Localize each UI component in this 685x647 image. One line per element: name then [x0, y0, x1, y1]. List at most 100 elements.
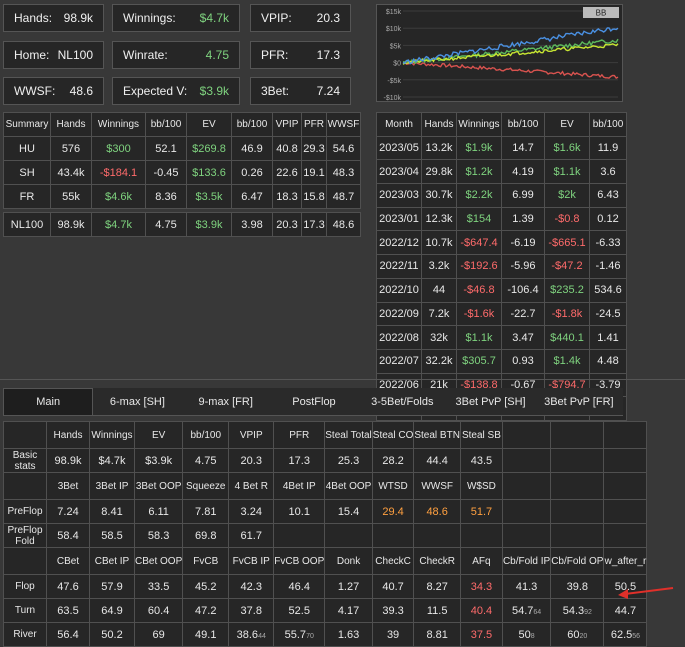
stats-cell: 1.27	[324, 574, 373, 599]
stats-cell: 8.41	[89, 499, 135, 524]
cell-sub-value: 8	[530, 632, 535, 640]
monthly-row: 2022/10 44 -$46.8 -106.4 $235.2 534.6	[376, 277, 627, 303]
tab-9-max-fr-[interactable]: 9-max [FR]	[182, 388, 270, 415]
monthly-header-row: Month Hands Winnings bb/100 EV bb/100	[376, 112, 627, 137]
monthly-row: 2022/07 32.2k $305.7 0.93 $1.4k 4.48	[376, 348, 627, 374]
cell-sub-value: 92	[584, 608, 592, 616]
monthly-table: Month Hands Winnings bb/100 EV bb/100 2023/05 1…	[376, 112, 627, 421]
monthly-cell: -$46.8	[456, 277, 502, 303]
summary-table: Summary Hands Winnings bb/100 EV bb/100 VPIP PF…	[3, 112, 361, 237]
stats-header-cell: Cb/Fold IP	[501, 547, 552, 575]
monthly-cell: $1.6k	[544, 135, 590, 161]
summary-row: SH 43.4k -$184.1 -0.45 $133.6 0.26 22.6 19.1 48.…	[3, 160, 361, 185]
tab-6-max-sh-[interactable]: 6-max [SH]	[93, 388, 181, 415]
summary-cell: 19.1	[301, 160, 327, 185]
tab-3bet-pvp-fr-[interactable]: 3Bet PvP [FR]	[535, 388, 623, 415]
stats-cell: 41.3	[501, 574, 552, 599]
monthly-cell: -6.33	[589, 230, 627, 256]
tab-postflop[interactable]: PostFlop	[270, 388, 358, 415]
stats-cell: PreFlop Fold	[3, 523, 47, 548]
summary-cell: SH	[3, 160, 51, 185]
monthly-cell: 4.19	[501, 159, 545, 185]
summary-cell: $3.9k	[186, 212, 232, 237]
summary-cell: 6.47	[231, 184, 273, 209]
stats-header-cell: 3Bet	[46, 472, 90, 500]
stats-header-row: 3Bet 3Bet IP 3Bet OOP Squeeze 4 Bet R 4Bet IP…	[3, 472, 648, 500]
stats-cell	[413, 523, 461, 548]
monthly-cell: $154	[456, 206, 502, 232]
stats-cell: 3.24	[228, 499, 275, 524]
summary-cell: 3.98	[231, 212, 273, 237]
stats-header-cell: Cb/Fold OP	[550, 547, 605, 575]
stats-row: PreFlop Fold 58.4 58.5 58.3 69.8 61.7	[3, 523, 648, 548]
monthly-cell: $440.1	[544, 325, 590, 350]
tab-main[interactable]: Main	[3, 388, 94, 415]
stats-header-cell: 4Bet IP	[273, 472, 326, 500]
stats-cell	[371, 523, 415, 548]
stats-cell: 54.764	[501, 598, 552, 623]
summary-cell: 98.9k	[50, 212, 92, 237]
monthly-cell: 14.7	[501, 135, 545, 161]
stats-header-cell: Winnings	[89, 421, 135, 449]
stats-cell: 58.4	[46, 523, 90, 548]
summary-cell: 43.4k	[50, 160, 92, 185]
stats-cell	[501, 523, 552, 548]
monthly-cell: -$1.8k	[544, 301, 590, 327]
tab-3bet-pvp-sh-[interactable]: 3Bet PvP [SH]	[446, 388, 534, 415]
stats-cell: 61.7	[228, 523, 275, 548]
graph-svg: $15k $10k $5k $0 -$5k -$10k BB	[383, 7, 619, 102]
stats-header-cell: EV	[133, 421, 184, 449]
stats-header-cell: Steal BTN	[413, 421, 461, 449]
stats-cell: $3.9k	[133, 448, 184, 473]
stats-cell: 47.2	[182, 598, 230, 623]
monthly-cell: 4.48	[589, 348, 627, 374]
cell-sub-value: 20	[579, 632, 588, 640]
stat-box-value: 7.24	[316, 84, 340, 98]
graph-y-tick: $0	[393, 61, 401, 68]
stats-cell: Flop	[3, 574, 47, 599]
tab-3-5bet-folds[interactable]: 3-5Bet/Folds	[358, 388, 446, 415]
stats-cell: 20.3	[228, 448, 275, 473]
summary-cell: 0.26	[231, 160, 273, 185]
summary-cell: NL100	[3, 212, 51, 237]
summary-cell: $269.8	[186, 136, 232, 161]
stats-row: River 56.4 50.2 69 49.1 38.644 55.770 1.63 39 8.8…	[3, 622, 648, 647]
cell-sub-value: 64	[533, 608, 542, 616]
monthly-cell: $1.2k	[456, 159, 502, 185]
stats-cell: 47.6	[46, 574, 90, 599]
stats-header-cell	[3, 547, 47, 575]
stats-header-cell	[501, 472, 552, 500]
stat-box-label: Home:	[14, 48, 50, 62]
monthly-cell: 2022/11	[376, 254, 422, 279]
stats-cell: 64.9	[89, 598, 135, 623]
monthly-header-cell: bb/100	[589, 112, 627, 137]
stats-header-cell	[3, 472, 47, 500]
stat-box-value: 20.3	[316, 11, 340, 25]
stats-cell: 39.8	[550, 574, 605, 599]
stats-cell	[550, 448, 605, 473]
stat-box-value: 98.9k	[63, 11, 93, 25]
stats-header-cell	[3, 421, 47, 449]
stat-box-label: 3Bet:	[261, 84, 290, 98]
monthly-cell: 3.47	[501, 325, 545, 350]
stat-box-label: PFR:	[261, 48, 289, 62]
stats-cell: 508	[501, 622, 552, 647]
monthly-cell: -5.96	[501, 254, 545, 279]
stats-header-cell: 4 Bet R	[228, 472, 275, 500]
stat-box-label: VPIP:	[261, 11, 292, 25]
stat-box-label: Hands:	[14, 11, 53, 25]
stats-cell: 37.5	[459, 622, 503, 647]
stats-header-cell	[550, 472, 605, 500]
stats-cell	[459, 523, 503, 548]
monthly-row: 2022/08 32k $1.1k 3.47 $440.1 1.41	[376, 325, 627, 350]
monthly-cell: 2023/05	[376, 135, 422, 161]
monthly-cell: $1.9k	[456, 135, 502, 161]
stats-cell	[501, 499, 552, 524]
stats-header-cell: FvCB OOP	[273, 547, 326, 575]
stats-cell: 48.6	[413, 499, 461, 524]
stats-header-cell: Steal CO	[371, 421, 415, 449]
monthly-row: 2023/01 12.3k $154 1.39 -$0.8 0.12	[376, 206, 627, 232]
monthly-row: 2023/04 29.8k $1.2k 4.19 $1.1k 3.6	[376, 159, 627, 185]
stat-box-value: $4.7k	[199, 11, 229, 25]
graph-y-tick: $15k	[386, 9, 402, 16]
